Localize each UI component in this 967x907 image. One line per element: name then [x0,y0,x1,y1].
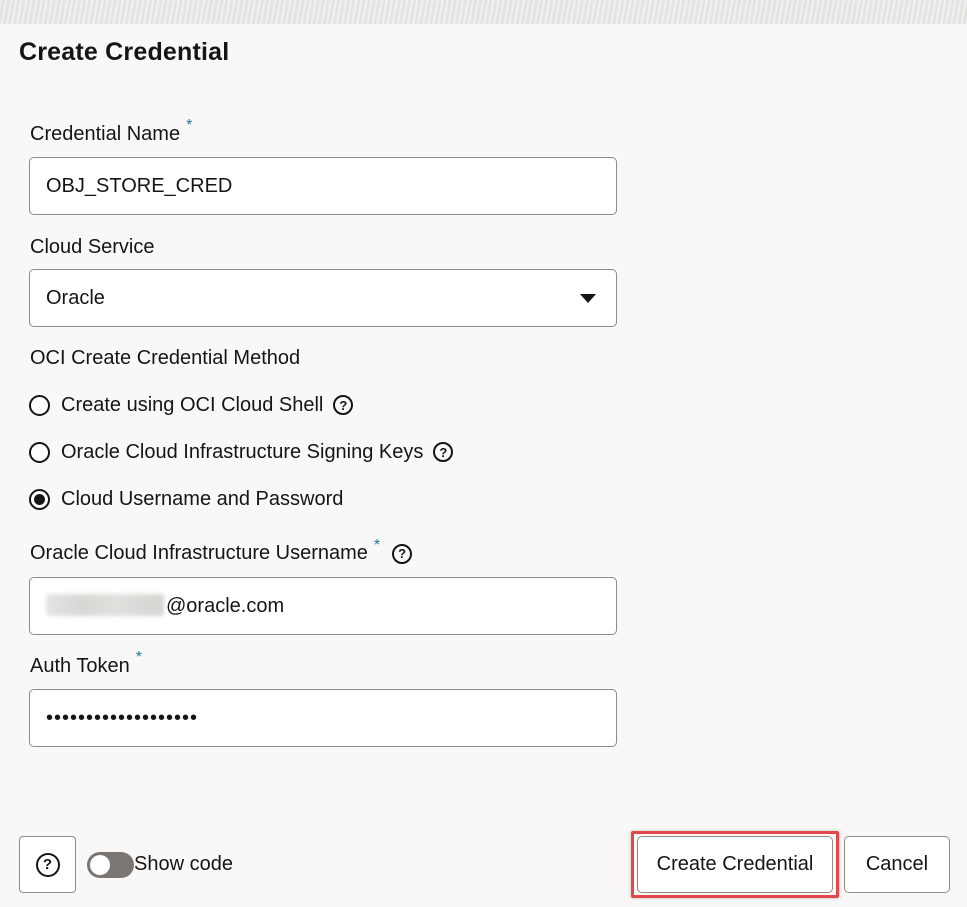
show-code-label: Show code [134,853,233,875]
method-option-label: Create using OCI Cloud Shell [61,393,324,416]
create-credential-button[interactable]: Create Credential [637,836,833,893]
auth-token-input[interactable]: ••••••••••••••••••• [29,689,617,747]
dialog-title: Create Credential [19,38,230,66]
credential-name-label: Credential Name * [30,117,192,146]
username-domain: @oracle.com [166,595,285,617]
redacted-username [46,593,164,616]
username-label-text: Oracle Cloud Infrastructure Username [30,542,368,564]
auth-token-value: ••••••••••••••••••• [46,707,199,729]
method-option-cloud-shell[interactable]: Create using OCI Cloud Shell ? [29,391,354,419]
required-mark: * [186,117,193,134]
radio-button-selected[interactable] [29,488,50,510]
required-mark: * [135,649,142,666]
radio-button[interactable] [29,441,50,463]
help-icon: ? [35,852,60,877]
credential-method-label: OCI Create Credential Method [30,347,301,369]
auth-token-label-text: Auth Token [30,655,130,677]
method-option-label: Cloud Username and Password [61,487,344,510]
show-code-toggle[interactable] [87,852,134,878]
cloud-service-select[interactable]: Oracle [29,269,617,327]
credential-name-label-text: Credential Name [30,123,181,145]
cloud-service-label: Cloud Service [30,236,155,258]
page-header-strip [0,0,967,24]
help-icon[interactable]: ? [433,442,454,462]
method-option-label: Oracle Cloud Infrastructure Signing Keys [61,440,424,463]
help-button[interactable]: ? [19,836,76,893]
method-option-signing-keys[interactable]: Oracle Cloud Infrastructure Signing Keys… [29,438,454,466]
username-input[interactable]: @oracle.com [29,577,617,635]
cancel-button[interactable]: Cancel [844,836,950,893]
required-mark: * [373,536,381,554]
chevron-down-icon [580,294,596,303]
username-label: Oracle Cloud Infrastructure Username * ? [30,537,413,565]
toggle-knob [90,855,110,875]
credential-name-value: OBJ_STORE_CRED [46,175,233,197]
cloud-service-value: Oracle [46,287,105,309]
radio-button[interactable] [29,394,50,416]
help-icon[interactable]: ? [392,543,413,564]
method-option-username-password[interactable]: Cloud Username and Password [29,485,343,513]
auth-token-label: Auth Token * [30,649,142,678]
credential-name-input[interactable]: OBJ_STORE_CRED [29,157,617,215]
help-icon[interactable]: ? [333,395,354,415]
